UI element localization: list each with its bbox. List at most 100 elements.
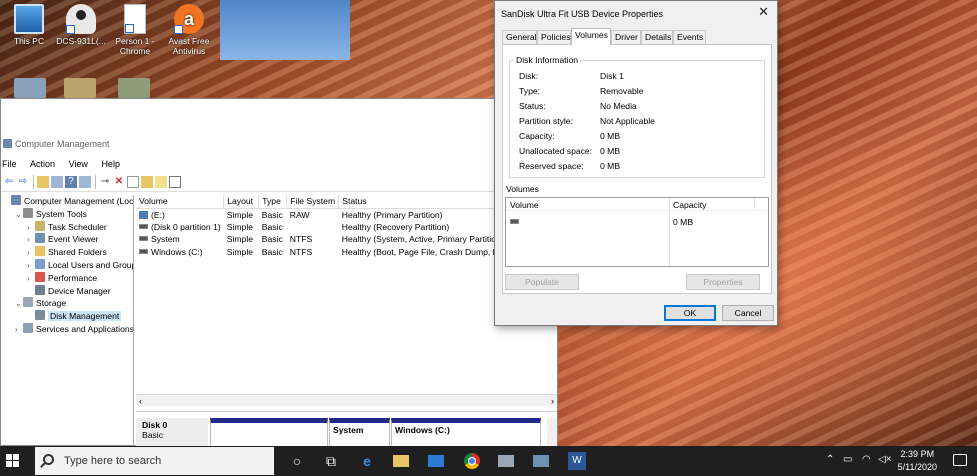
tree-item[interactable]: › Local Users and Groups (1, 258, 133, 272)
tree-item[interactable]: › Event Viewer (1, 233, 133, 246)
column-header-file-system[interactable]: File System (286, 195, 340, 209)
partition-recovery[interactable] (210, 418, 328, 448)
forward-arrow-icon[interactable]: ⇨ (17, 176, 29, 188)
volumes-table-header: Volume Capacity (506, 198, 768, 211)
disk-drive-icon (139, 249, 148, 255)
desktop-icon-this-pc[interactable]: This PC (0, 4, 58, 46)
tree-item-label: Services and Applications (36, 323, 134, 334)
desktop-icon-chrome-profile[interactable]: Person 1 - Chrome (106, 4, 164, 56)
tree-item[interactable]: › Performance (1, 271, 133, 285)
cell-text: Simple (226, 209, 254, 220)
performance-icon (35, 271, 45, 282)
desktop-icon-label: Person 1 - Chrome (115, 36, 155, 56)
column-header-type[interactable]: Type (258, 195, 288, 209)
properties-icon[interactable] (169, 176, 181, 188)
tools-icon (23, 207, 33, 218)
tab-policies[interactable]: Policies (537, 30, 571, 44)
console-tree-icon[interactable] (51, 176, 63, 188)
window-title: Computer Management (15, 139, 110, 149)
tree-item[interactable]: ⌄ Storage (1, 297, 133, 310)
mail-icon[interactable] (428, 455, 444, 467)
help-icon[interactable]: ? (65, 176, 77, 188)
cancel-button[interactable]: Cancel (722, 305, 774, 321)
document-icon (124, 4, 146, 34)
tree-item[interactable]: Disk Management (1, 310, 133, 323)
column-header-capacity[interactable]: Capacity (673, 200, 706, 210)
windows-start-icon[interactable] (6, 454, 20, 468)
table-cell: RAW (287, 208, 339, 221)
partition-windows[interactable]: Windows (C:) (391, 418, 541, 448)
column-divider (754, 198, 755, 211)
menu-view[interactable]: View (69, 157, 88, 171)
chevron-right-icon[interactable]: › (15, 324, 23, 337)
computer-management-window: Computer Management File Action View Hel… (0, 98, 558, 448)
folder-icon (35, 246, 45, 257)
tree-item[interactable]: › Services and Applications (1, 322, 134, 337)
delete-icon[interactable]: ✕ (113, 176, 125, 188)
volume-row[interactable] (510, 217, 522, 227)
event-viewer-icon (35, 233, 45, 244)
recycle-bin-icon[interactable] (14, 78, 46, 98)
populate-button[interactable]: Populate (505, 274, 579, 290)
back-arrow-icon[interactable]: ⇦ (3, 176, 15, 188)
tree-item[interactable]: Device Manager (1, 284, 133, 298)
tree-item[interactable]: › Task Scheduler (1, 220, 133, 234)
users-icon (35, 258, 45, 269)
edge-icon[interactable]: e (358, 452, 376, 470)
cortana-icon[interactable]: ○ (288, 452, 306, 470)
dialog-title: SanDisk Ultra Fit USB Device Properties (501, 9, 664, 19)
folder-open-icon[interactable] (141, 176, 153, 188)
desktop-thumbnail-icon[interactable] (64, 78, 96, 98)
desktop-icon-camera[interactable]: DCS-931L(... (52, 4, 110, 46)
tree-item[interactable]: › Shared Folders (1, 246, 133, 259)
tab-volumes[interactable]: Volumes (571, 28, 611, 45)
system-clock[interactable]: 2:39 PM 5/11/2020 (898, 448, 937, 474)
taskbar-search-box[interactable]: Type here to search (35, 447, 274, 475)
tab-general[interactable]: General (502, 30, 537, 44)
properties-button[interactable]: Properties (686, 274, 760, 290)
cell-text: System (151, 234, 180, 245)
storage-icon (23, 297, 33, 308)
file-explorer-icon[interactable] (393, 455, 409, 467)
horizontal-scrollbar[interactable]: ‹ › (136, 394, 557, 406)
tab-details[interactable]: Details (641, 30, 673, 44)
tab-events[interactable]: Events (673, 30, 706, 44)
device-manager-taskbar-icon[interactable] (533, 455, 549, 467)
connect-drive-icon[interactable]: ⊸ (99, 176, 111, 188)
cell-text: Basic (261, 234, 283, 245)
notifications-icon[interactable] (953, 454, 967, 466)
disk-0-label[interactable]: Disk 0 Basic (136, 418, 208, 448)
desktop-thumbnail-icon[interactable] (118, 78, 150, 98)
menu-help[interactable]: Help (101, 157, 120, 171)
show-hide-icon[interactable] (79, 176, 91, 188)
desktop-icon-avast[interactable]: a Avast Free Antivirus (160, 4, 218, 56)
battery-icon[interactable]: ▭ (843, 454, 852, 465)
close-icon[interactable]: ✕ (758, 5, 769, 19)
scroll-right-icon[interactable]: › (551, 395, 554, 407)
menu-file[interactable]: File (2, 157, 17, 171)
menu-action[interactable]: Action (30, 157, 55, 171)
computer-management-taskbar-icon[interactable] (498, 455, 514, 467)
disk-information-group: Disk Information Disk: Disk 1 Type: Removab… (509, 55, 765, 178)
volume-muted-icon[interactable]: ◁× (878, 454, 892, 465)
tree-item[interactable]: Computer Management (Local (1, 195, 133, 208)
column-header-layout[interactable]: Layout (223, 195, 260, 209)
tree-item[interactable]: ⌄ System Tools (1, 207, 133, 221)
chrome-icon[interactable] (463, 452, 481, 470)
wifi-icon[interactable]: ◠ (862, 454, 871, 465)
tab-driver[interactable]: Driver (611, 30, 641, 44)
vertical-scrollbar[interactable] (547, 418, 557, 448)
ok-button[interactable]: OK (664, 305, 716, 321)
column-header-volume[interactable]: Volume (510, 200, 539, 210)
table-cell: Simple (224, 208, 259, 221)
search-disk-icon[interactable] (155, 176, 167, 188)
scroll-left-icon[interactable]: ‹ (139, 395, 142, 407)
table-cell: Windows (C:) (136, 246, 224, 259)
word-icon[interactable]: W (568, 452, 586, 470)
task-view-icon[interactable]: ⧉ (322, 452, 340, 470)
column-header-volume[interactable]: Volume (136, 195, 225, 209)
check-icon[interactable] (127, 176, 139, 188)
up-folder-icon[interactable] (37, 176, 49, 188)
partition-system[interactable]: System (329, 418, 390, 448)
chevron-up-icon[interactable]: ⌃ (826, 454, 834, 465)
